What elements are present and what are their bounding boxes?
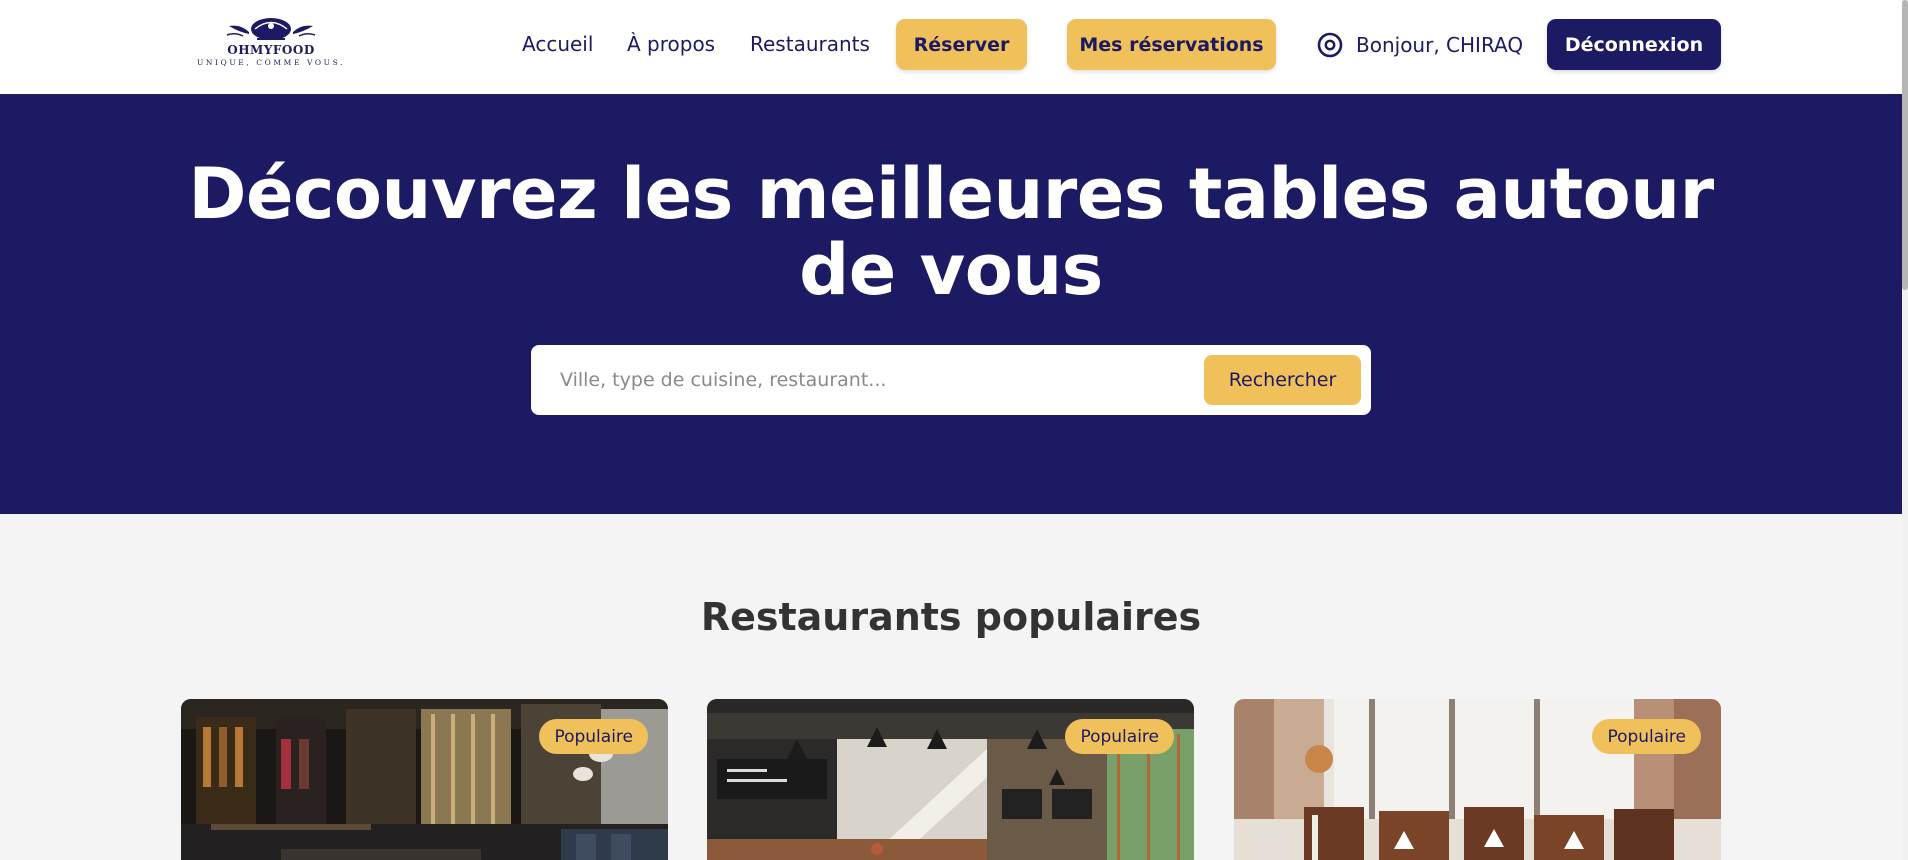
brand-logo[interactable]: OHMYFOOD UNIQUE, COMME VOUS. — [195, 12, 347, 76]
popular-badge: Populaire — [539, 719, 648, 754]
user-greeting[interactable]: Bonjour, CHIRAQ — [1317, 28, 1523, 62]
search-input[interactable] — [531, 345, 1191, 415]
hero-banner: Découvrez les meilleures tables autour d… — [0, 94, 1902, 514]
top-navbar: OHMYFOOD UNIQUE, COMME VOUS. Accueil À p… — [0, 0, 1902, 94]
logo-tagline: UNIQUE, COMME VOUS. — [196, 58, 346, 67]
nav-link-restaurants[interactable]: Restaurants — [750, 32, 870, 56]
greeting-text: Bonjour, CHIRAQ — [1356, 33, 1524, 57]
restaurant-card[interactable]: Populaire — [1234, 699, 1721, 860]
restaurant-card[interactable]: Populaire — [707, 699, 1194, 860]
logo-emblem-icon — [226, 18, 316, 40]
nav-link-about[interactable]: À propos — [627, 32, 715, 56]
popular-badge: Populaire — [1065, 719, 1174, 754]
search-button[interactable]: Rechercher — [1204, 355, 1361, 405]
nav-link-home[interactable]: Accueil — [522, 32, 593, 56]
logout-button[interactable]: Déconnexion — [1547, 19, 1721, 70]
page-scrollbar[interactable] — [1902, 0, 1908, 860]
restaurant-card[interactable]: Populaire — [181, 699, 668, 860]
target-circle-icon — [1317, 32, 1343, 58]
search-bar: Rechercher — [531, 345, 1371, 415]
my-bookings-button[interactable]: Mes réservations — [1067, 19, 1276, 70]
book-button[interactable]: Réserver — [896, 19, 1027, 70]
hero-title: Découvrez les meilleures tables autour d… — [188, 153, 1714, 311]
scrollbar-thumb[interactable] — [1902, 0, 1908, 290]
section-title-popular: Restaurants populaires — [700, 595, 1202, 639]
logo-name: OHMYFOOD — [227, 43, 315, 57]
popular-badge: Populaire — [1592, 719, 1701, 754]
